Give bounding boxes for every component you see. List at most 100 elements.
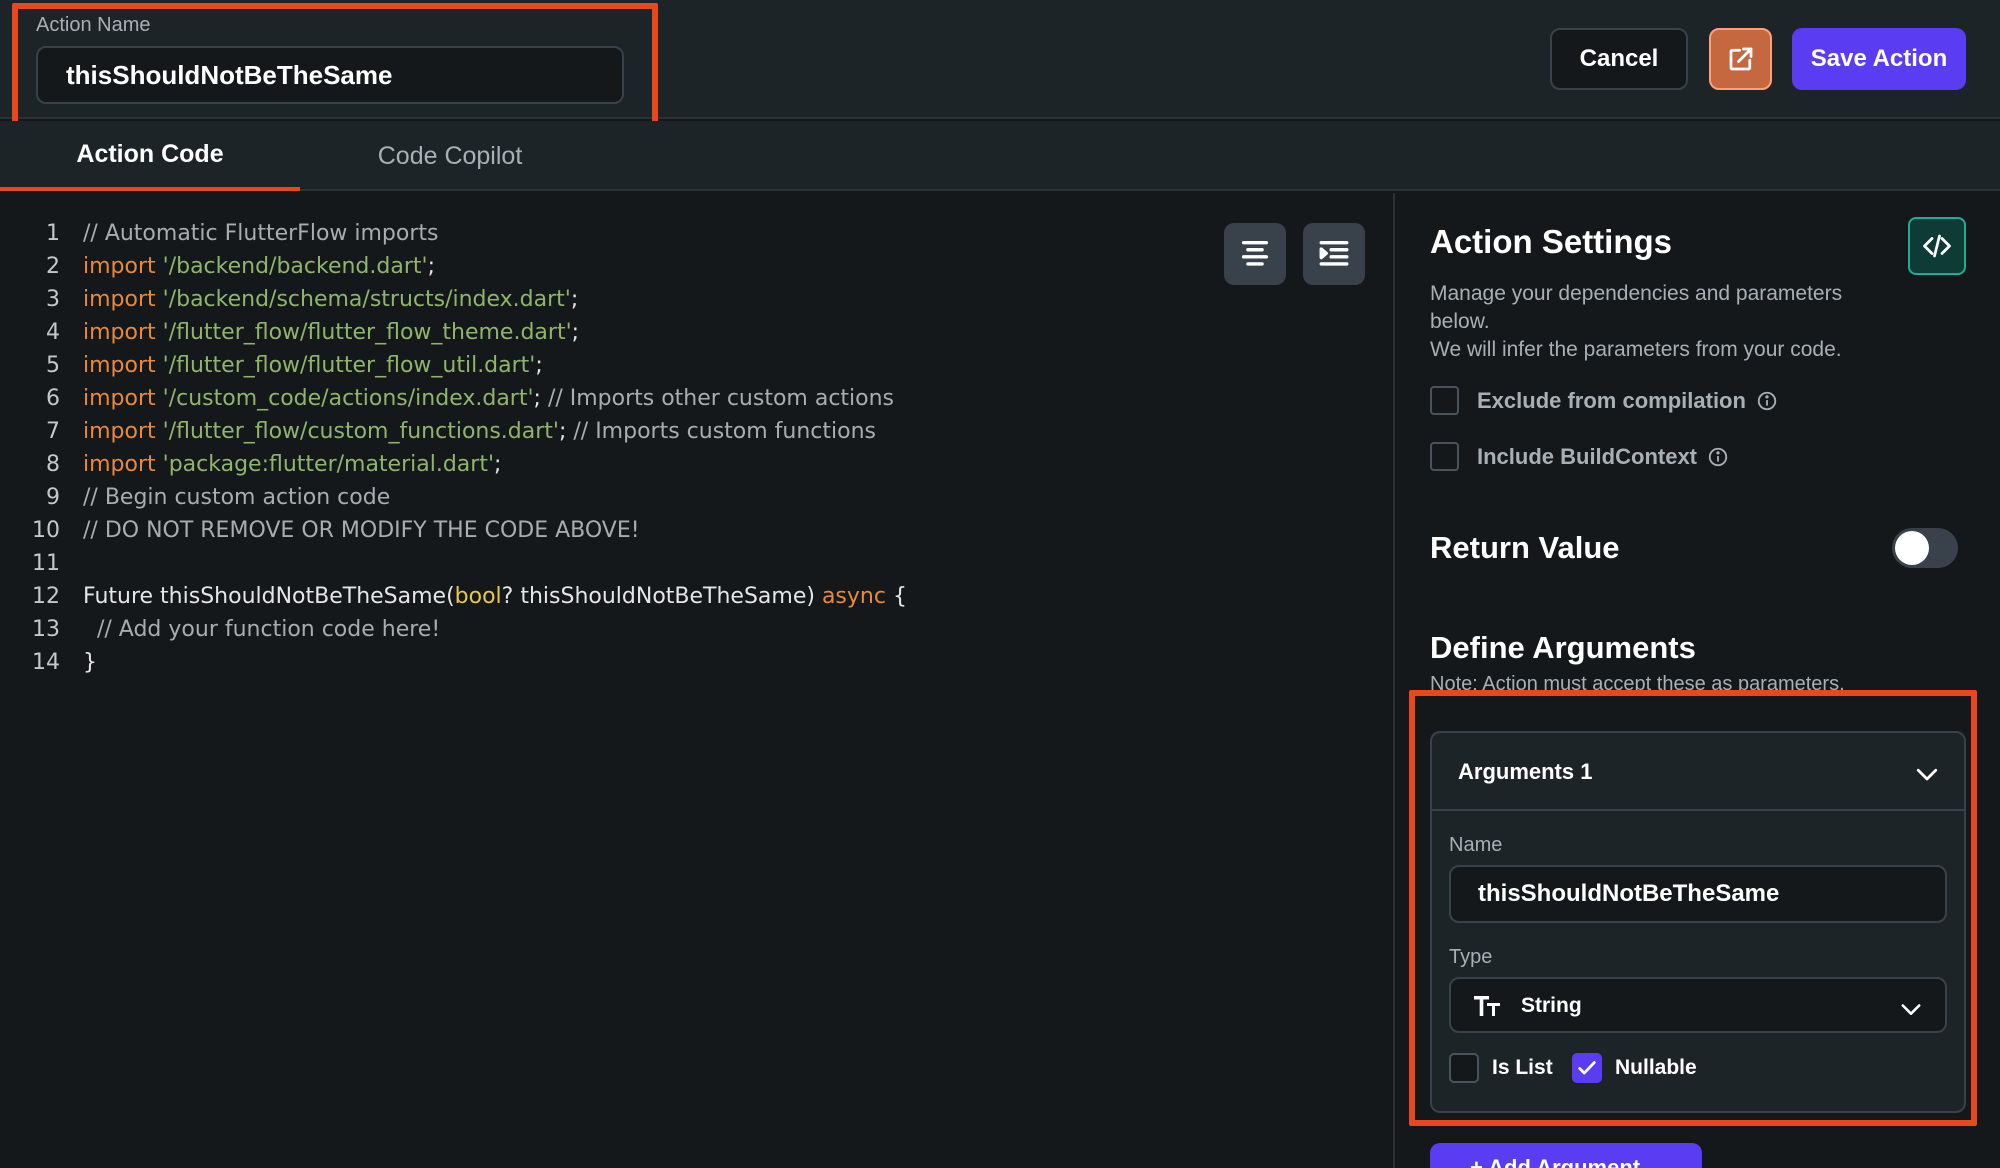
exclude-label: Exclude from compilation bbox=[1477, 387, 1746, 413]
action-settings-description: Manage your dependencies and parameters … bbox=[1430, 280, 1900, 364]
line-number: 6 bbox=[46, 386, 60, 411]
code-lines[interactable]: 1// Automatic FlutterFlow imports 2 import… bbox=[0, 217, 907, 679]
code-token: bool bbox=[454, 584, 502, 609]
line-text[interactable]: import 'package:flutter/material.dart'; bbox=[60, 452, 501, 477]
code-line[interactable]: 4 import '/flutter_flow/flutter_flow_them… bbox=[0, 316, 907, 349]
is-list-checkbox[interactable] bbox=[1449, 1053, 1479, 1083]
indent-code-button[interactable] bbox=[1303, 223, 1365, 285]
line-text[interactable]: import '/flutter_flow/flutter_flow_theme… bbox=[60, 320, 579, 345]
argument-name-input[interactable]: thisShouldNotBeTheSame bbox=[1449, 865, 1947, 923]
external-link-icon bbox=[1729, 47, 1752, 71]
code-line[interactable]: 3 import '/backend/schema/structs/index.d… bbox=[0, 283, 907, 316]
argument-type-select[interactable]: String bbox=[1449, 977, 1947, 1033]
code-brackets-icon bbox=[1923, 234, 1951, 258]
description-line-1: Manage your dependencies and parameters … bbox=[1430, 282, 1843, 333]
code-token: ; bbox=[427, 254, 435, 279]
code-token: ; bbox=[494, 452, 502, 477]
code-token: 'package:flutter/material.dart' bbox=[162, 452, 495, 477]
return-value-toggle[interactable] bbox=[1892, 528, 1958, 568]
code-token: '/backend/schema/structs/index.dart' bbox=[162, 287, 571, 312]
code-token: import bbox=[83, 320, 163, 345]
line-text[interactable]: import '/flutter_flow/custom_functions.d… bbox=[60, 419, 876, 444]
add-argument-button[interactable]: + Add Argument bbox=[1430, 1143, 1702, 1168]
action-settings-title: Action Settings bbox=[1430, 223, 1673, 260]
info-icon[interactable] bbox=[1707, 446, 1729, 468]
line-text[interactable]: } bbox=[60, 650, 97, 675]
line-text[interactable]: import '/custom_code/actions/index.dart'… bbox=[60, 386, 894, 411]
code-token: import bbox=[83, 452, 163, 477]
line-text[interactable]: import '/flutter_flow/flutter_flow_util.… bbox=[60, 353, 543, 378]
exclude-from-compilation[interactable]: Exclude from compilation bbox=[1430, 386, 1778, 415]
code-token: async bbox=[821, 584, 886, 609]
line-number: 2 bbox=[46, 254, 60, 279]
align-center-icon bbox=[1241, 240, 1269, 266]
tab-code-copilot[interactable]: Code Copilot bbox=[300, 121, 600, 191]
chevron-down-icon[interactable] bbox=[1912, 759, 1942, 789]
save-action-button[interactable]: Save Action bbox=[1792, 28, 1966, 90]
code-line[interactable]: 7 import '/flutter_flow/custom_functions.… bbox=[0, 415, 907, 448]
code-line[interactable]: 6 import '/custom_code/actions/index.dart… bbox=[0, 382, 907, 415]
line-number: 9 bbox=[46, 485, 60, 510]
code-line[interactable]: 11 bbox=[0, 547, 907, 580]
is-list-option[interactable]: Is List bbox=[1449, 1053, 1553, 1083]
cancel-button[interactable]: Cancel bbox=[1550, 28, 1688, 90]
line-number: 10 bbox=[32, 518, 60, 543]
code-line[interactable]: 8 import 'package:flutter/material.dart'; bbox=[0, 448, 907, 481]
code-token: // DO NOT REMOVE OR MODIFY THE CODE ABOV… bbox=[83, 518, 640, 543]
view-code-button[interactable] bbox=[1908, 217, 1966, 275]
line-number: 13 bbox=[32, 617, 60, 642]
check-icon bbox=[1578, 1061, 1596, 1075]
build-context-checkbox[interactable] bbox=[1430, 442, 1459, 471]
code-token: import bbox=[83, 287, 163, 312]
format-code-button[interactable] bbox=[1224, 223, 1286, 285]
code-editor[interactable]: 1// Automatic FlutterFlow imports 2 import… bbox=[0, 193, 1393, 1168]
include-build-context[interactable]: Include BuildContext bbox=[1430, 442, 1729, 471]
line-text[interactable]: // Begin custom action code bbox=[60, 485, 390, 510]
code-line[interactable]: 5 import '/flutter_flow/flutter_flow_util… bbox=[0, 349, 907, 382]
code-token: '/flutter_flow/flutter_flow_theme.dart' bbox=[162, 320, 572, 345]
nullable-checkbox[interactable] bbox=[1572, 1053, 1602, 1083]
line-number: 7 bbox=[46, 419, 60, 444]
tab-action-code[interactable]: Action Code bbox=[0, 121, 300, 191]
code-token: { bbox=[885, 584, 907, 609]
line-text[interactable]: import '/backend/backend.dart'; bbox=[60, 254, 435, 279]
line-number: 5 bbox=[46, 353, 60, 378]
code-token: } bbox=[83, 650, 97, 675]
argument-type-label: Type bbox=[1449, 946, 1493, 968]
define-arguments-note: Note: Action must accept these as parame… bbox=[1430, 673, 1845, 695]
line-text[interactable]: Future thisShouldNotBeTheSame(bool? this… bbox=[60, 584, 907, 609]
define-arguments-title: Define Arguments bbox=[1430, 630, 1696, 665]
nullable-label: Nullable bbox=[1615, 1056, 1697, 1079]
code-token: ; bbox=[533, 386, 548, 411]
line-text[interactable]: // DO NOT REMOVE OR MODIFY THE CODE ABOV… bbox=[60, 518, 640, 543]
code-line[interactable]: 1 // Automatic FlutterFlow imports bbox=[0, 217, 907, 250]
code-line[interactable]: 14} bbox=[0, 646, 907, 679]
code-line[interactable]: 13 // Add your function code here! bbox=[0, 613, 907, 646]
action-name-input[interactable]: thisShouldNotBeTheSame bbox=[36, 46, 624, 104]
exclude-checkbox[interactable] bbox=[1430, 386, 1459, 415]
code-line[interactable]: 10 // DO NOT REMOVE OR MODIFY THE CODE AB… bbox=[0, 514, 907, 547]
code-token: ; bbox=[535, 353, 543, 378]
code-token: Future thisShouldNotBeTheSame( bbox=[83, 584, 455, 609]
code-token: '/custom_code/actions/index.dart' bbox=[162, 386, 534, 411]
argument-header-label: Arguments 1 bbox=[1458, 759, 1593, 784]
line-text[interactable]: // Automatic FlutterFlow imports bbox=[60, 221, 439, 246]
code-token: ; bbox=[571, 320, 580, 345]
code-line[interactable]: 12 Future thisShouldNotBeTheSame(bool? th… bbox=[0, 580, 907, 613]
argument-header[interactable]: Arguments 1 bbox=[1432, 733, 1964, 811]
action-settings-panel: Action Settings Manage your dependencies… bbox=[1395, 193, 2000, 1168]
code-token: '/flutter_flow/flutter_flow_util.dart' bbox=[162, 353, 536, 378]
code-token: // Imports custom functions bbox=[573, 419, 877, 444]
code-line[interactable]: 9 // Begin custom action code bbox=[0, 481, 907, 514]
line-text[interactable]: import '/backend/schema/structs/index.da… bbox=[60, 287, 578, 312]
nullable-option[interactable]: Nullable bbox=[1572, 1053, 1697, 1083]
return-value-title: Return Value bbox=[1430, 530, 1620, 565]
code-token: import bbox=[83, 254, 163, 279]
code-token: import bbox=[83, 353, 163, 378]
line-text[interactable]: // Add your function code here! bbox=[60, 617, 440, 642]
open-external-button[interactable] bbox=[1709, 28, 1772, 90]
top-header: Action Name thisShouldNotBeTheSame Cance… bbox=[0, 0, 2000, 119]
code-token: ; bbox=[570, 287, 579, 312]
info-icon[interactable] bbox=[1756, 390, 1778, 412]
code-line[interactable]: 2 import '/backend/backend.dart'; bbox=[0, 250, 907, 283]
